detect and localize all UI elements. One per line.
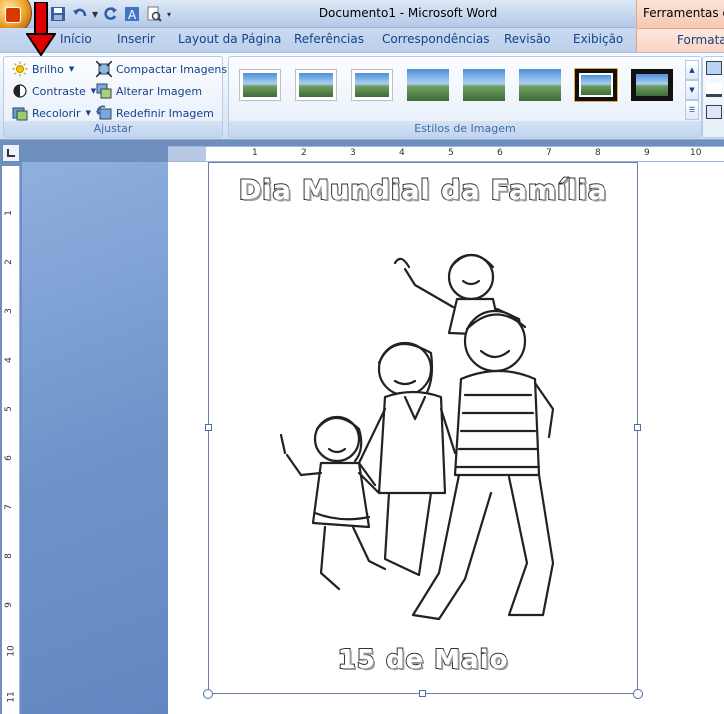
tab-referencias[interactable]: Referências xyxy=(294,32,364,46)
tab-revisao[interactable]: Revisão xyxy=(504,32,551,46)
reset-picture-icon xyxy=(96,105,112,121)
doc-title-text: Dia Mundial da Família xyxy=(238,174,608,207)
gallery-up-icon[interactable]: ▲ xyxy=(685,60,699,80)
picture-style-6[interactable] xyxy=(519,69,561,101)
vruler-number: 11 xyxy=(6,691,17,703)
group-styles-label: Estilos de Imagem xyxy=(229,121,701,137)
change-picture-icon xyxy=(96,83,112,99)
resize-handle-bottom-right[interactable] xyxy=(633,689,643,699)
redefinir-label: Redefinir Imagem xyxy=(116,106,214,120)
recolor-icon xyxy=(12,105,28,121)
group-adjust: Brilho ▼ Contraste ▼ Recolorir ▼ Compactar … xyxy=(3,56,227,138)
gallery-down-icon[interactable]: ▼ xyxy=(685,80,699,100)
contraste-label: Contraste xyxy=(32,84,86,98)
vruler-number: 2 xyxy=(3,259,14,265)
brilho-label: Brilho xyxy=(32,62,64,76)
vruler-number: 6 xyxy=(3,455,14,461)
resize-handle-bottom[interactable] xyxy=(419,690,426,697)
horizontal-ruler[interactable]: 1 2 3 4 5 6 7 8 9 10 xyxy=(168,146,724,162)
doc-date-text: 15 de Maio xyxy=(337,644,509,676)
red-arrow-icon xyxy=(26,2,56,56)
compactar-imagens-button[interactable]: Compactar Imagens xyxy=(95,59,228,79)
hruler-number: 9 xyxy=(644,148,650,158)
gallery-scroll: ▲ ▼ ☰ xyxy=(685,60,699,120)
group-picture-styles: ▲ ▼ ☰ Estilos de Imagem xyxy=(228,56,702,138)
hruler-number: 7 xyxy=(546,148,552,158)
picture-style-3[interactable] xyxy=(351,69,393,101)
tab-correspondencias[interactable]: Correspondências xyxy=(382,32,489,46)
tab-exibicao[interactable]: Exibição xyxy=(573,32,623,46)
hruler-number: 4 xyxy=(399,148,405,158)
window-title: Documento1 - Microsoft Word xyxy=(318,6,498,20)
picture-style-8[interactable] xyxy=(631,69,673,101)
vertical-ruler[interactable]: 1 2 3 4 5 6 7 8 9 10 11 xyxy=(2,166,20,714)
compactar-label: Compactar Imagens xyxy=(116,62,228,76)
picture-style-2[interactable] xyxy=(295,69,337,101)
resize-handle-right[interactable] xyxy=(634,424,641,431)
vruler-number: 4 xyxy=(3,357,14,363)
resize-handle-left[interactable] xyxy=(205,424,212,431)
redefinir-imagem-button[interactable]: Redefinir Imagem xyxy=(96,103,214,123)
gallery-more-icon[interactable]: ☰ xyxy=(685,100,699,120)
context-tab-title: Ferramentas de I xyxy=(636,0,724,28)
hruler-number: 1 xyxy=(252,148,258,158)
contraste-button[interactable]: Contraste ▼ xyxy=(12,81,96,101)
alterar-label: Alterar Imagem xyxy=(116,84,203,98)
hruler-number: 10 xyxy=(690,148,702,158)
recolorir-button[interactable]: Recolorir ▼ xyxy=(12,103,91,123)
tab-inicio[interactable]: Início xyxy=(60,32,92,46)
family-illustration xyxy=(279,253,555,621)
vruler-number: 5 xyxy=(3,406,14,412)
picture-style-5[interactable] xyxy=(463,69,505,101)
picture-style-4[interactable] xyxy=(407,69,449,101)
picture-style-7[interactable] xyxy=(575,69,617,101)
ribbon-tabs: Início Inserir Layout da Página Referênc… xyxy=(0,28,724,53)
contrast-icon xyxy=(12,83,28,99)
selected-picture[interactable]: Dia Mundial da Família 15 de Maio xyxy=(208,162,638,694)
ribbon: Brilho ▼ Contraste ▼ Recolorir ▼ Compactar … xyxy=(0,52,724,140)
title-bar: ▼ A ▾ Documento1 - Microsoft Word Ferram… xyxy=(0,0,724,36)
vruler-number: 9 xyxy=(3,602,14,608)
vruler-number: 3 xyxy=(3,308,14,314)
hruler-number: 5 xyxy=(448,148,454,158)
chevron-down-icon: ▼ xyxy=(85,109,91,117)
compress-icon xyxy=(95,60,113,78)
picture-style-1[interactable] xyxy=(239,69,281,101)
resize-handle-bottom-left[interactable] xyxy=(203,689,213,699)
group-picture-options xyxy=(702,56,724,138)
vruler-number: 7 xyxy=(3,504,14,510)
vruler-number: 10 xyxy=(6,645,17,657)
brilho-button[interactable]: Brilho ▼ xyxy=(12,59,74,79)
recolorir-label: Recolorir xyxy=(32,106,81,120)
hruler-number: 2 xyxy=(301,148,307,158)
group-adjust-label: Ajustar xyxy=(4,121,222,137)
hruler-number: 6 xyxy=(497,148,503,158)
tab-formatar[interactable]: Formatar xyxy=(636,28,724,53)
alterar-imagem-button[interactable]: Alterar Imagem xyxy=(96,81,202,101)
document-page[interactable]: Dia Mundial da Família 15 de Maio xyxy=(168,162,724,714)
tab-selector[interactable] xyxy=(2,144,20,162)
document-workspace: Dia Mundial da Família 15 de Maio xyxy=(22,162,724,714)
vruler-number: 8 xyxy=(3,553,14,559)
picture-effects-icon[interactable] xyxy=(706,105,722,119)
hruler-number: 8 xyxy=(595,148,601,158)
picture-shape-icon[interactable] xyxy=(706,61,722,75)
chevron-down-icon: ▼ xyxy=(68,65,75,73)
picture-border-icon[interactable] xyxy=(706,83,722,97)
hruler-number: 3 xyxy=(350,148,356,158)
vruler-number: 1 xyxy=(3,210,14,216)
tab-layout[interactable]: Layout da Página xyxy=(178,32,281,46)
sun-icon xyxy=(12,61,28,77)
tab-inserir[interactable]: Inserir xyxy=(117,32,155,46)
